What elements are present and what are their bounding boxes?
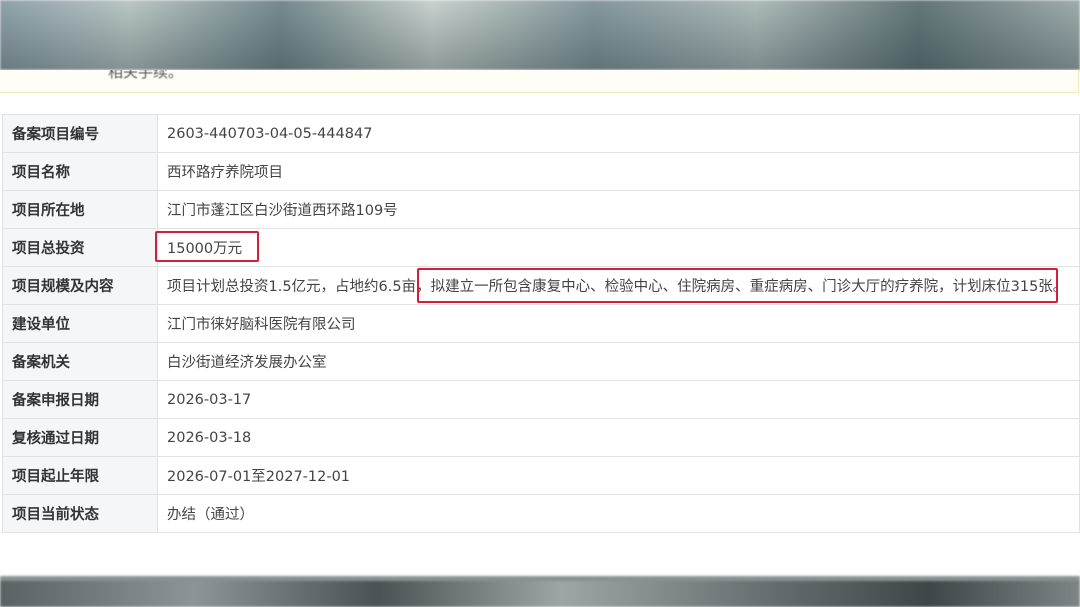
table-row: 项目起止年限 2026-07-01至2027-12-01 [2, 456, 1080, 495]
table-row: 建设单位 江门市徕好脑科医院有限公司 [2, 304, 1080, 343]
row-label-location: 项目所在地 [2, 190, 158, 229]
row-label-project-name: 项目名称 [2, 152, 158, 191]
blurred-photo-header [0, 0, 1080, 70]
table-row: 项目所在地 江门市蓬江区白沙街道西环路109号 [2, 190, 1080, 229]
table-row: 项目名称 西环路疗养院项目 [2, 152, 1080, 191]
notice-text: 相关手续。 [108, 70, 184, 81]
row-value-total-investment: 15000万元 [157, 228, 1080, 267]
blurred-photo-footer [0, 576, 1080, 607]
highlight-box-investment [155, 231, 259, 262]
row-label-filing-authority: 备案机关 [2, 342, 158, 381]
row-label-review-date: 复核通过日期 [2, 418, 158, 457]
screenshot-page: 相关手续。 备案项目编号 2603-440703-04-05-444847 项目… [0, 0, 1080, 607]
row-label-scale-content: 项目规模及内容 [2, 266, 158, 305]
row-value-builder: 江门市徕好脑科医院有限公司 [157, 304, 1080, 343]
row-value-period: 2026-07-01至2027-12-01 [157, 456, 1080, 495]
row-value-filing-authority: 白沙街道经济发展办公室 [157, 342, 1080, 381]
row-value-filing-number: 2603-440703-04-05-444847 [157, 114, 1080, 153]
row-value-status: 办结（通过） [157, 494, 1080, 533]
row-label-period: 项目起止年限 [2, 456, 158, 495]
table-row: 复核通过日期 2026-03-18 [2, 418, 1080, 457]
row-value-filing-date: 2026-03-17 [157, 380, 1080, 419]
table-row: 项目当前状态 办结（通过） [2, 494, 1080, 533]
row-label-status: 项目当前状态 [2, 494, 158, 533]
row-value-project-name: 西环路疗养院项目 [157, 152, 1080, 191]
table-row: 备案机关 白沙街道经济发展办公室 [2, 342, 1080, 381]
project-info-table: 备案项目编号 2603-440703-04-05-444847 项目名称 西环路… [2, 114, 1080, 533]
row-value-review-date: 2026-03-18 [157, 418, 1080, 457]
row-label-builder: 建设单位 [2, 304, 158, 343]
row-value-location: 江门市蓬江区白沙街道西环路109号 [157, 190, 1080, 229]
row-label-filing-number: 备案项目编号 [2, 114, 158, 153]
row-label-total-investment: 项目总投资 [2, 228, 158, 267]
notice-box: 相关手续。 [0, 70, 1079, 93]
table-row: 备案项目编号 2603-440703-04-05-444847 [2, 114, 1080, 153]
row-label-filing-date: 备案申报日期 [2, 380, 158, 419]
highlight-box-scale-content [417, 268, 1058, 303]
table-row: 备案申报日期 2026-03-17 [2, 380, 1080, 419]
